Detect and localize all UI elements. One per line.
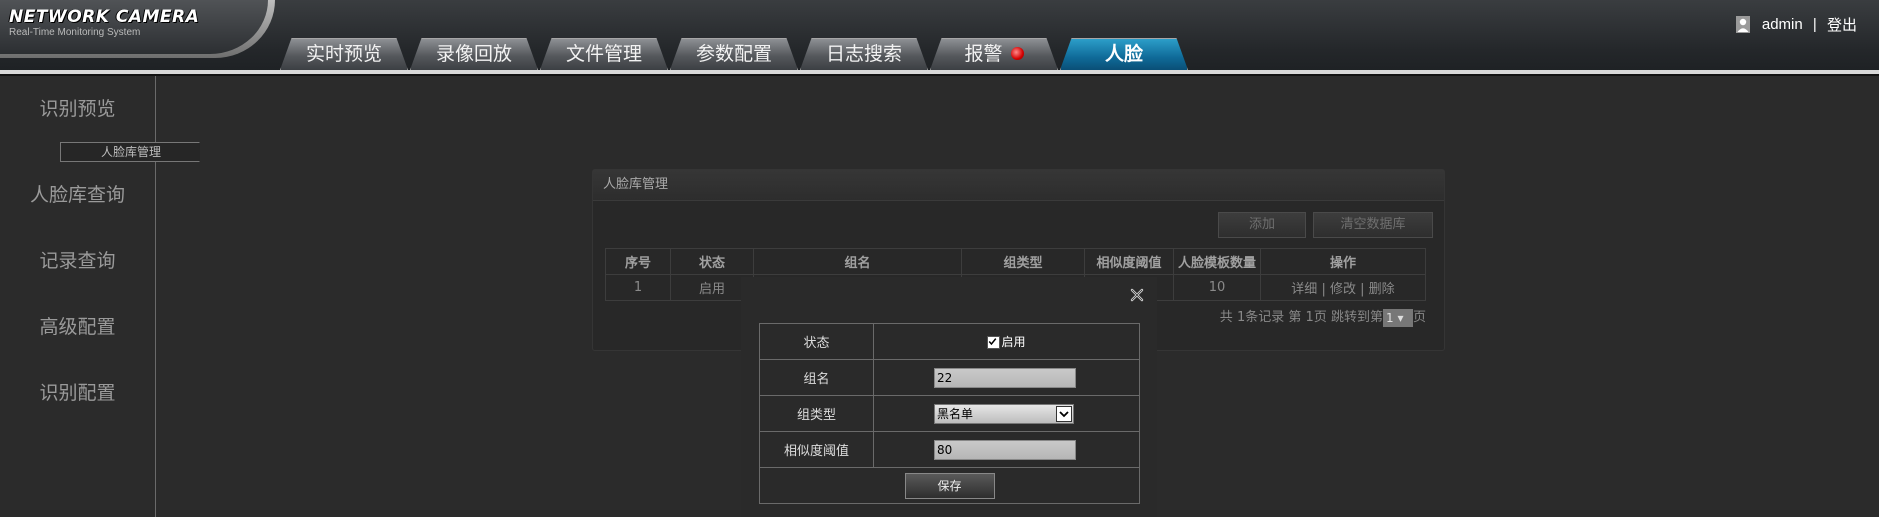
cell-index: 1 xyxy=(605,274,671,301)
cell-actions: 详细 | 修改 | 删除 xyxy=(1260,274,1426,301)
col-template-count: 人脸模板数量 xyxy=(1173,248,1261,275)
cell-template-count: 10 xyxy=(1173,274,1261,301)
alarm-light-icon xyxy=(1010,46,1024,60)
col-group-type: 组类型 xyxy=(961,248,1085,275)
threshold-input[interactable]: 80 xyxy=(934,439,1076,460)
pagination: 共 1条记录 第 1页 跳转到第 1 ▾ 页 xyxy=(1219,308,1426,327)
group-type-select[interactable]: 黑名单 xyxy=(934,403,1074,424)
close-icon[interactable] xyxy=(1129,287,1145,303)
current-page: 1 xyxy=(1305,310,1314,325)
user-icon xyxy=(1735,16,1750,33)
checkmark-icon xyxy=(989,338,997,346)
status-label: 状态 xyxy=(759,323,874,360)
user-area: admin | 登出 xyxy=(1735,14,1857,35)
sidebar-item-face-library-management[interactable]: 人脸库管理 xyxy=(60,142,200,162)
clear-database-button[interactable]: 清空数据库 xyxy=(1313,212,1433,238)
username[interactable]: admin xyxy=(1762,16,1803,33)
sidebar-item-advanced-config[interactable]: 高级配置 xyxy=(0,294,155,360)
logout-link[interactable]: 登出 xyxy=(1827,17,1857,34)
chevron-down-icon xyxy=(1059,410,1069,417)
edit-link[interactable]: 修改 xyxy=(1330,282,1356,297)
tab-file-management[interactable]: 文件管理 xyxy=(540,38,668,70)
status-checkbox-label: 启用 xyxy=(1001,335,1026,349)
add-button[interactable]: 添加 xyxy=(1218,212,1306,238)
tab-face[interactable]: 人脸 xyxy=(1060,38,1188,70)
group-name-input[interactable]: 22 xyxy=(934,367,1076,388)
delete-link[interactable]: 删除 xyxy=(1369,282,1395,297)
logo-subtitle: Real-Time Monitoring System xyxy=(9,27,141,38)
sidebar: 识别预览 人脸库管理 人脸库查询 记录查询 高级配置 识别配置 xyxy=(0,76,200,517)
status-checkbox[interactable] xyxy=(987,336,1001,349)
group-form: 状态 启用 组名 22 组类型 黑名单 相似度阈值 80 保存 xyxy=(759,323,1140,504)
sidebar-item-recognition-config[interactable]: 识别配置 xyxy=(0,360,155,426)
tab-live-preview[interactable]: 实时预览 xyxy=(280,38,408,70)
col-threshold: 相似度阈值 xyxy=(1084,248,1174,275)
col-status: 状态 xyxy=(670,248,754,275)
user-separator: | xyxy=(1812,16,1817,33)
save-button[interactable]: 保存 xyxy=(904,472,995,499)
table-header-row: 序号 状态 组名 组类型 相似度阈值 人脸模板数量 操作 xyxy=(605,248,1426,275)
group-type-label: 组类型 xyxy=(759,395,874,432)
edit-group-dialog: 状态 启用 组名 22 组类型 黑名单 相似度阈值 80 保存 xyxy=(741,277,1157,517)
page-jump-select[interactable]: 1 ▾ xyxy=(1382,308,1413,327)
sidebar-item-recognition-preview[interactable]: 识别预览 xyxy=(0,76,155,142)
sidebar-item-record-query[interactable]: 记录查询 xyxy=(0,228,155,294)
tab-log-search[interactable]: 日志搜索 xyxy=(800,38,928,70)
top-header: NETWORK CAMERA Real-Time Monitoring Syst… xyxy=(0,0,1879,72)
panel-title: 人脸库管理 xyxy=(593,170,1444,201)
col-actions: 操作 xyxy=(1260,248,1426,275)
total-records: 1 xyxy=(1236,310,1246,325)
chevron-down-icon: ▾ xyxy=(1397,310,1404,325)
col-group-name: 组名 xyxy=(753,248,962,275)
sidebar-item-face-library-query[interactable]: 人脸库查询 xyxy=(0,162,155,228)
logo-title: NETWORK CAMERA xyxy=(9,7,200,27)
tab-playback[interactable]: 录像回放 xyxy=(410,38,538,70)
threshold-label: 相似度阈值 xyxy=(759,431,874,468)
tab-parameter-config[interactable]: 参数配置 xyxy=(670,38,798,70)
tab-alarm[interactable]: 报警 xyxy=(930,38,1058,70)
detail-link[interactable]: 详细 xyxy=(1291,282,1317,297)
col-index: 序号 xyxy=(605,248,671,275)
group-name-label: 组名 xyxy=(759,359,874,396)
